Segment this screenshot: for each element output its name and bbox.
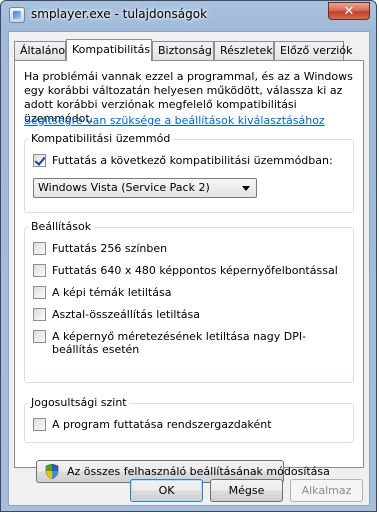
compatibility-mode-group: Kompatibilitási üzemmód Futtatás a követ… [24,132,354,213]
option-256-colors-checkbox[interactable] [33,242,46,255]
ok-button[interactable]: OK [130,479,203,502]
tab-security[interactable]: Biztonság [152,41,214,60]
title-bar[interactable]: smplayer.exe - tulajdonságok ✕ [1,1,376,29]
properties-window: smplayer.exe - tulajdonságok ✕ Általános… [0,0,377,512]
apply-button[interactable]: Alkalmaz [290,479,363,502]
tab-details[interactable]: Részletek [214,41,274,60]
option-256-colors[interactable]: Futtatás 256 színben [33,242,167,255]
uac-shield-icon [45,464,59,479]
option-label: Asztal-összeállítás letiltása [52,308,201,321]
compatibility-mode-option[interactable]: Futtatás a következő kompatibilitási üze… [33,154,333,167]
change-all-users-label: Az összes felhasználó beállításának módo… [67,465,330,478]
tab-general[interactable]: Általános [14,41,71,60]
dialog-client-area: Általános Kompatibilitás Biztonság Részl… [8,31,370,506]
settings-group: Beállítások Futtatás 256 színben Futtatá… [24,220,354,383]
compatibility-mode-checkbox[interactable] [33,154,46,167]
window-title: smplayer.exe - tulajdonságok [31,7,208,21]
close-icon: ✕ [343,4,355,19]
settings-group-label: Beállítások [29,220,94,233]
option-label: Futtatás 640 x 480 képpontos képernyőfel… [52,264,338,277]
compatibility-mode-checkbox-label: Futtatás a következő kompatibilitási üze… [52,154,333,167]
option-label: A képi témák letiltása [52,286,172,299]
chevron-down-icon [242,186,250,191]
tab-previous-versions[interactable]: Előző verziók [274,41,352,60]
compatibility-mode-select[interactable]: Windows Vista (Service Pack 2) [33,178,257,198]
run-as-admin-checkbox[interactable] [33,418,46,431]
option-640x480[interactable]: Futtatás 640 x 480 képpontos képernyőfel… [33,264,338,277]
option-disable-desktop-composition[interactable]: Asztal-összeállítás letiltása [33,308,200,321]
option-disable-dpi-scaling[interactable]: A képernyő méretezésének letiltása nagy … [33,330,323,356]
option-label: A program futtatása rendszergazdaként [52,418,272,431]
option-disable-desktop-composition-checkbox[interactable] [33,308,46,321]
compatibility-panel: Ha problémái vannak ezzel a programmal, … [14,60,364,483]
option-640x480-checkbox[interactable] [33,264,46,277]
option-run-as-admin[interactable]: A program futtatása rendszergazdaként [33,418,272,431]
option-label: Futtatás 256 színben [52,242,168,255]
app-window-icon [9,7,25,23]
option-disable-dpi-scaling-checkbox[interactable] [33,330,46,343]
privilege-level-group: Jogosultsági szint A program futtatása r… [24,396,354,443]
privilege-level-group-label: Jogosultsági szint [29,396,129,409]
help-link[interactable]: Segítségre van szüksége a beállítások ki… [24,114,325,127]
option-disable-visual-themes[interactable]: A képi témák letiltása [33,286,171,299]
tab-compatibility[interactable]: Kompatibilitás [66,39,152,61]
option-label: A képernyő méretezésének letiltása nagy … [52,330,307,356]
cancel-button[interactable]: Mégse [210,479,283,502]
compatibility-mode-selected-value: Windows Vista (Service Pack 2) [38,181,210,194]
option-disable-visual-themes-checkbox[interactable] [33,286,46,299]
compatibility-mode-group-label: Kompatibilitási üzemmód [29,132,173,145]
close-button[interactable]: ✕ [328,2,370,20]
